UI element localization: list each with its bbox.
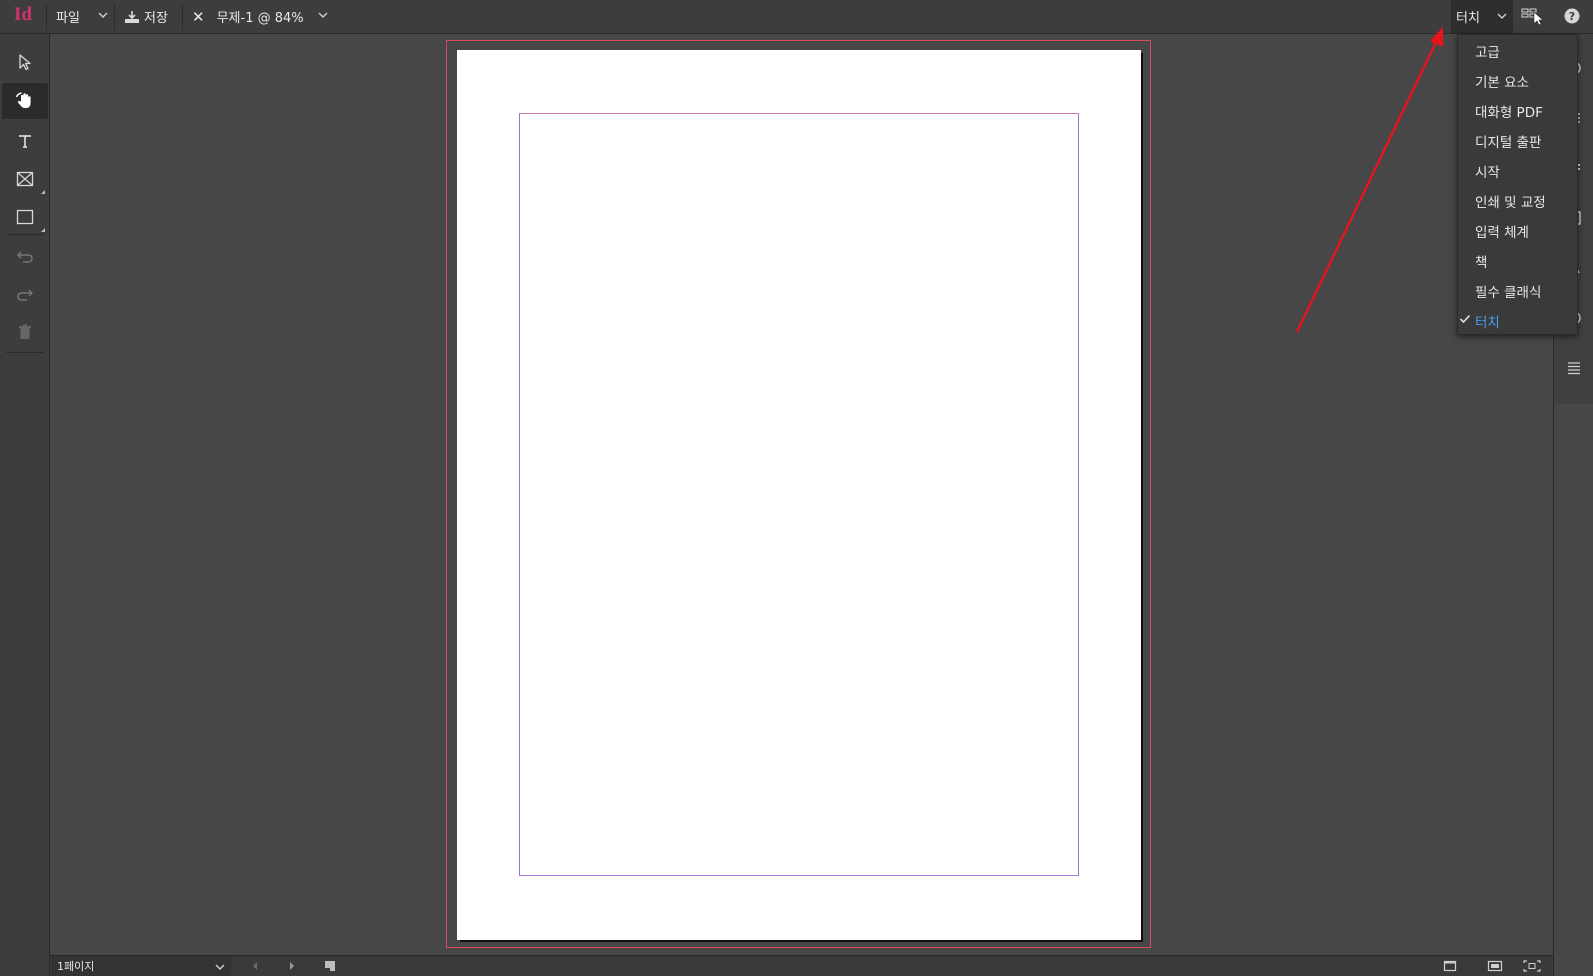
help-icon[interactable]: ? [1564, 8, 1580, 24]
divider [182, 4, 183, 30]
panels-toggle-icon[interactable] [1521, 7, 1545, 25]
tools-panel [0, 34, 50, 976]
type-icon [19, 135, 31, 148]
divider [46, 4, 47, 30]
hand-icon [15, 92, 31, 108]
delete-button[interactable] [2, 314, 48, 350]
chevron-down-icon [1497, 13, 1507, 19]
file-menu[interactable]: 파일 [56, 0, 110, 33]
type-tool[interactable] [2, 123, 48, 159]
rectangle-tool[interactable] [2, 199, 48, 235]
selection-tool[interactable] [2, 44, 48, 80]
divider [6, 234, 44, 235]
app-logo: Id [14, 4, 32, 25]
menu-item-book[interactable]: 책 [1458, 245, 1577, 275]
rectangle-icon [16, 209, 34, 225]
document-tab[interactable]: ✕ 무제-1 @ 84% [192, 0, 304, 33]
application-bar: Id 파일 저장 ✕ 무제-1 @ 84% 터치 ? [0, 0, 1593, 34]
page-status-icon[interactable] [324, 960, 336, 972]
save-label: 저장 [144, 11, 168, 26]
chevron-down-icon [215, 964, 225, 970]
menu-item-touch[interactable]: 터치 [1458, 305, 1577, 335]
menu-item-essentials-classic[interactable]: 필수 클래식 [1458, 275, 1577, 305]
menu-item-advanced[interactable]: 고급 [1458, 35, 1577, 65]
save-icon [125, 10, 139, 23]
redo-icon [17, 289, 33, 301]
rectangle-frame-tool[interactable] [2, 161, 48, 197]
frame-placeholder-icon [16, 171, 34, 187]
redo-button[interactable] [2, 276, 48, 312]
hand-tool[interactable] [2, 83, 48, 119]
page-selector[interactable]: 1페이지 [51, 956, 231, 976]
checkmark-icon [1459, 314, 1471, 324]
workspace-current-label: 터치 [1456, 11, 1480, 26]
menu-item-printing-proofing[interactable]: 인쇄 및 교정 [1458, 185, 1577, 215]
flyout-indicator [41, 228, 45, 232]
file-menu-label: 파일 [56, 11, 80, 26]
chevron-down-icon [98, 12, 108, 18]
normal-view-icon[interactable] [1443, 960, 1457, 972]
chevron-down-icon[interactable] [318, 11, 328, 19]
panel-dock-empty [1553, 404, 1593, 976]
divider [6, 352, 44, 353]
document-tab-title: 무제-1 @ 84% [216, 11, 304, 26]
workspace-menu: 고급 기본 요소 대화형 PDF 디지털 출판 시작 인쇄 및 교정 입력 체계… [1457, 34, 1578, 335]
margin-guide [519, 113, 1079, 876]
previous-page-icon[interactable] [250, 960, 260, 972]
divider [114, 4, 115, 30]
selection-arrow-icon [19, 54, 31, 71]
undo-button[interactable] [2, 238, 48, 274]
trash-icon [19, 324, 31, 339]
menu-item-typography[interactable]: 입력 체계 [1458, 215, 1577, 245]
fit-page-icon[interactable] [1487, 960, 1503, 972]
status-bar: 1페이지 [50, 955, 1553, 976]
presentation-mode-icon[interactable] [1523, 960, 1541, 972]
workspace-switcher[interactable]: 터치 [1451, 0, 1513, 33]
page-selector-label: 1페이지 [57, 960, 95, 973]
menu-item-digital-publishing[interactable]: 디지털 출판 [1458, 125, 1577, 155]
undo-icon [17, 251, 33, 263]
menu-item-essentials[interactable]: 기본 요소 [1458, 65, 1577, 95]
next-page-icon[interactable] [287, 960, 297, 972]
svg-text:?: ? [1569, 10, 1575, 23]
close-icon[interactable]: ✕ [192, 8, 205, 26]
menu-item-interactive-pdf[interactable]: 대화형 PDF [1458, 95, 1577, 125]
save-button[interactable]: 저장 [124, 0, 168, 33]
menu-item-start[interactable]: 시작 [1458, 155, 1577, 185]
panel-menu-icon[interactable] [1566, 360, 1582, 376]
flyout-indicator [41, 190, 45, 194]
